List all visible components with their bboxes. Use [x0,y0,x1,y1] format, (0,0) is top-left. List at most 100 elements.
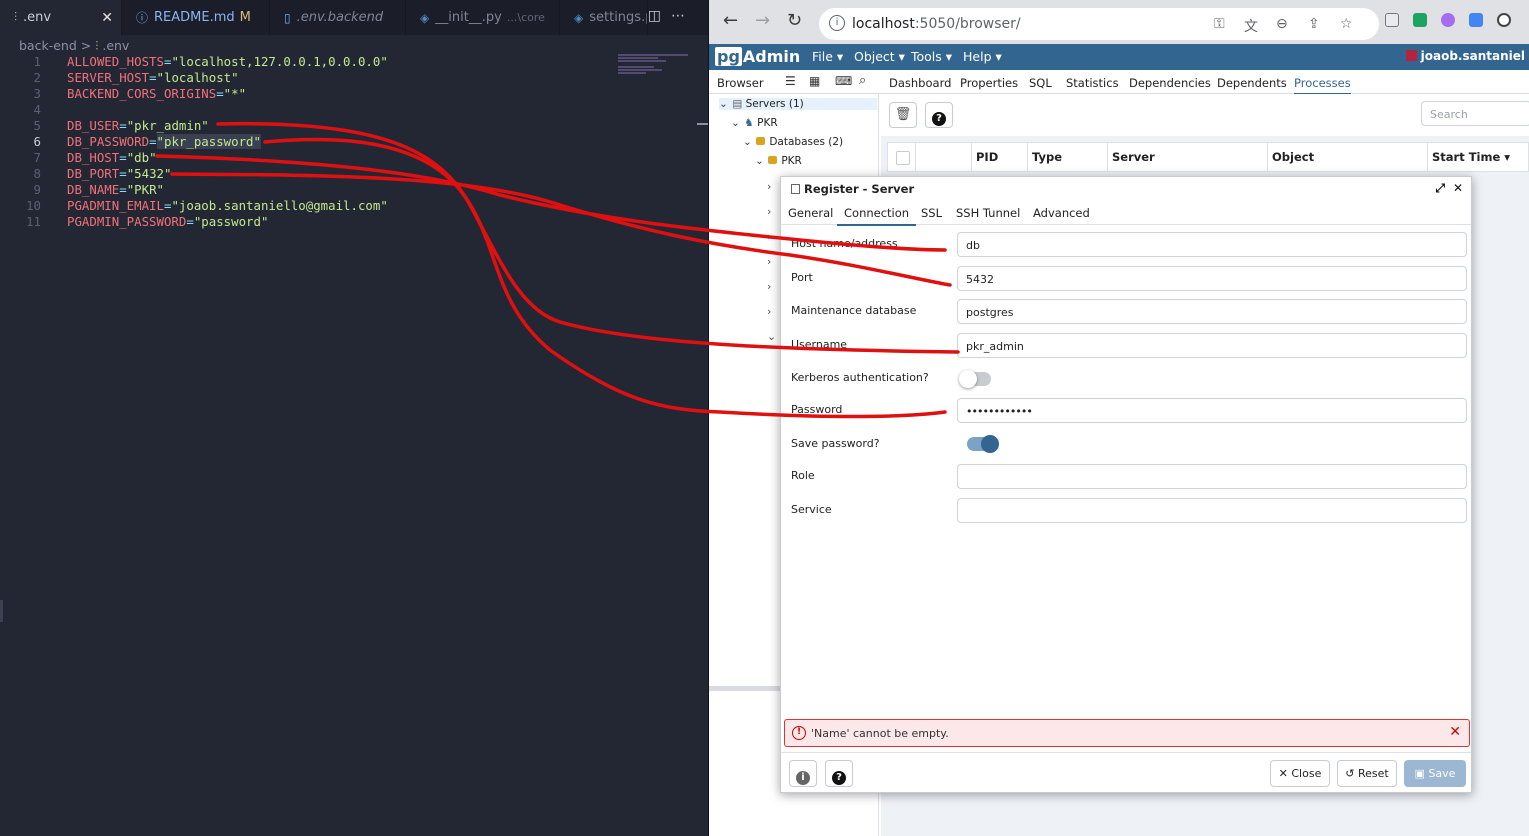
reload-icon[interactable]: ↻ [787,10,802,31]
chevron-right-icon[interactable]: › [767,224,776,249]
tab-settings-py[interactable]: ◈ settings.py [560,0,648,35]
chevron-down-icon[interactable]: ⌄ [719,98,729,110]
delete-button[interactable]: 🗑 [889,102,917,128]
tree-node-servers[interactable]: ⌄ ▤ Servers (1) [719,98,877,110]
chevron-right-icon[interactable]: › [767,199,776,224]
help-button[interactable]: ? [825,760,853,787]
tab-dependencies[interactable]: Dependencies [1129,76,1211,90]
chevron-right-icon[interactable]: › [767,274,776,299]
save-password-toggle[interactable] [967,435,999,453]
extension-icon[interactable] [1441,13,1455,27]
tree-node-databases[interactable]: ⌄ Databases (2) [743,136,843,148]
service-label: Service [791,503,832,516]
menu-object[interactable]: Object ▾ [854,49,905,64]
tab-browser[interactable]: Browser [717,76,764,90]
pen-extension-icon[interactable] [1385,13,1399,27]
menu-tools[interactable]: Tools ▾ [911,49,952,64]
tree-node-server[interactable]: ⌄ ♞ PKR [731,117,778,129]
column-type[interactable]: Type [1028,143,1108,171]
dismiss-error-icon[interactable]: ✕ [1449,724,1461,740]
save-button[interactable]: ▣ Save [1404,760,1466,787]
column-start-time[interactable]: Start Time ▾ [1428,143,1529,171]
equals-sign: = [119,182,127,197]
close-icon[interactable]: ✕ [101,10,113,26]
dialog-titlebar[interactable]: Register - Server ⤢ ✕ [781,177,1471,199]
user-menu[interactable]: joaob.santaniel [1405,49,1525,63]
tab-processes[interactable]: Processes [1294,76,1351,95]
chevron-right-icon[interactable]: › [767,249,776,274]
minimap[interactable] [618,54,696,74]
env-key: DB_NAME [67,182,120,197]
maintenance-db-input[interactable]: postgres [957,299,1467,324]
close-button[interactable]: ✕ Close [1270,760,1330,787]
tab-env[interactable]: ⫶ .env ✕ [0,0,122,35]
line-number: 9 [33,182,41,197]
split-editor-icon[interactable]: ◫ [648,8,671,24]
chevron-right-icon[interactable]: › [767,299,776,324]
tab-connection[interactable]: Connection [837,206,917,226]
service-input[interactable] [957,498,1467,523]
reset-button[interactable]: ↺ Reset [1337,760,1397,787]
forward-icon[interactable]: → [755,10,770,31]
chevron-down-icon[interactable]: ⌄ [743,136,753,148]
column-object[interactable]: Object [1268,143,1428,171]
translate-extension-icon[interactable] [1469,13,1483,27]
object-explorer-icon[interactable]: ☰ [785,74,796,88]
translate-icon[interactable]: 文 [1244,16,1258,36]
error-icon: ! [792,726,806,740]
chevron-down-icon[interactable]: ⌄ [731,117,741,129]
search-input[interactable]: Search [1421,101,1529,126]
column-server[interactable]: Server [1108,143,1268,171]
tree-expanders[interactable]: › › › › › › ⌄ [767,174,776,349]
column-pid[interactable]: PID [972,143,1028,171]
chevron-right-icon[interactable]: › [767,174,776,199]
tab-advanced[interactable]: Advanced [1033,206,1090,220]
site-info-icon[interactable]: i [829,15,845,31]
tab-ssh-tunnel[interactable]: SSH Tunnel [956,206,1020,220]
maximize-icon[interactable]: ⤢ [1435,181,1445,196]
query-tool-icon[interactable]: ⌨ [835,74,852,88]
more-actions-icon[interactable]: ⋯ [671,8,695,24]
select-all-checkbox[interactable] [888,143,916,171]
key-icon[interactable]: ⚿ [1214,16,1225,32]
tab-dashboard[interactable]: Dashboard [889,76,951,90]
tab-statistics[interactable]: Statistics [1066,76,1119,90]
tab-sql[interactable]: SQL [1029,76,1052,90]
extension-icon[interactable] [1413,13,1427,27]
code-text: BACKEND_CORS_ORIGINS="*" [67,86,246,102]
tab-readme[interactable]: ⓘ README.md M [122,0,270,35]
zoom-icon[interactable]: ⊖ [1276,16,1288,32]
tab-properties[interactable]: Properties [960,76,1018,90]
share-icon[interactable]: ⇪ [1308,16,1320,32]
extension-icon[interactable] [1497,13,1511,27]
breadcrumb-file[interactable]: .env [102,38,129,53]
breadcrumb-folder[interactable]: back-end [19,38,77,53]
role-input[interactable] [957,464,1467,489]
tab-env-backend[interactable]: ▯ .env.backend [270,0,406,35]
tab-init-py[interactable]: ◈ __init__.py ...\core [406,0,560,35]
chevron-down-icon[interactable]: ⌄ [755,155,765,167]
host-input[interactable]: db [957,232,1467,257]
tab-ssl[interactable]: SSL [921,206,942,220]
menu-file[interactable]: File ▾ [812,49,843,64]
info-button[interactable]: i [789,760,817,787]
menu-help[interactable]: Help ▾ [963,49,1002,64]
chevron-down-icon[interactable]: ⌄ [767,324,776,349]
close-icon[interactable]: ✕ [1453,181,1463,195]
port-input[interactable]: 5432 [957,266,1467,291]
tab-dependents[interactable]: Dependents [1217,76,1287,90]
tree-node-database[interactable]: ⌄ PKR [755,155,802,167]
table-icon[interactable]: ▦ [809,74,820,88]
vscode-editor: ⫶ .env ✕ ⓘ README.md M ▯ .env.backend ◈ … [0,0,709,836]
username-input[interactable]: pkr_admin [957,333,1467,358]
back-icon[interactable]: ← [723,10,738,31]
password-input[interactable]: •••••••••••• [957,398,1467,423]
bookmark-star-icon[interactable]: ☆ [1340,16,1353,32]
help-button[interactable]: ? [925,102,953,128]
address-bar[interactable]: i localhost:5050/browser/ ⚿ 文 ⊖ ⇪ ☆ [819,8,1379,40]
kerberos-toggle[interactable] [959,370,991,388]
tab-general[interactable]: General [788,206,833,220]
search-icon[interactable]: ⌕ [859,73,866,88]
equals-sign: = [119,118,127,133]
line-number: 1 [33,54,41,69]
